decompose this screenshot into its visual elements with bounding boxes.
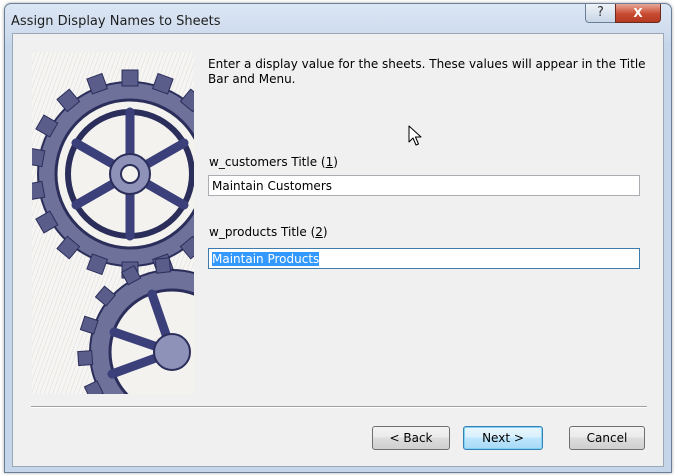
footer-separator: [31, 406, 647, 408]
gears-icon: [32, 52, 194, 394]
products-title-input[interactable]: Maintain Products: [208, 248, 640, 269]
products-title-label-suffix: ): [322, 225, 328, 239]
back-button[interactable]: < Back: [372, 426, 450, 450]
gears-illustration: [32, 52, 194, 394]
dialog-window: Assign Display Names to Sheets ? X Enter…: [4, 3, 672, 473]
close-icon: X: [633, 6, 643, 20]
products-title-accesskey: 2: [315, 225, 323, 239]
customers-title-input[interactable]: Maintain Customers: [208, 175, 640, 196]
customers-title-label: w_customers Title (1): [209, 155, 338, 169]
cancel-button[interactable]: Cancel: [569, 426, 645, 450]
products-title-label: w_products Title (2): [209, 225, 328, 239]
products-title-value: Maintain Products: [212, 252, 320, 266]
products-title-label-text: w_products Title (: [209, 225, 316, 239]
mouse-pointer-icon: [408, 125, 422, 150]
customers-title-label-suffix: ): [333, 155, 338, 169]
close-button[interactable]: X: [615, 4, 661, 23]
customers-title-value: Maintain Customers: [212, 179, 332, 193]
window-title: Assign Display Names to Sheets: [11, 14, 221, 29]
dialog-client-area: Enter a display value for the sheets. Th…: [12, 33, 664, 467]
help-button[interactable]: ?: [585, 4, 616, 23]
instructions-text: Enter a display value for the sheets. Th…: [208, 57, 646, 86]
next-button[interactable]: Next >: [463, 426, 543, 450]
customers-title-label-text: w_customers Title (: [209, 155, 326, 169]
